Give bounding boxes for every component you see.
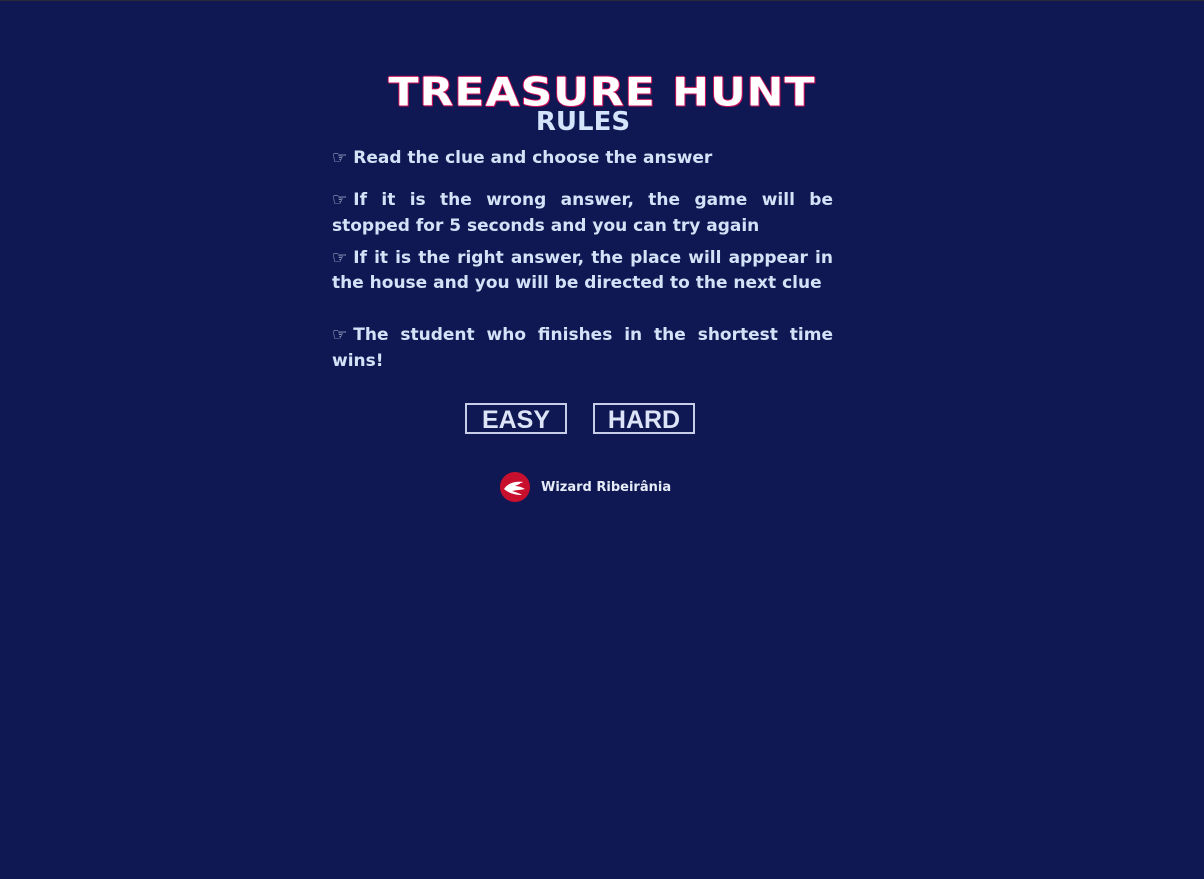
difficulty-buttons: EASY HARD [465,403,705,438]
pointing-hand-icon: ☞ [332,190,348,210]
pointing-hand-icon: ☞ [332,148,348,168]
rule-text: If it is the wrong answer, the game will… [332,190,833,236]
rule-item: ☞ The student who finishes in the shortes… [332,322,833,374]
rule-text: The student who finishes in the shortest… [332,325,833,371]
brand-name: Wizard Ribeirânia [541,480,672,495]
pointing-hand-icon: ☞ [332,325,348,345]
eagle-logo-icon [500,472,530,502]
rules-heading: RULES [535,107,631,137]
easy-button[interactable]: EASY [465,403,567,434]
rule-item: ☞ Read the clue and choose the answer [332,145,833,171]
footer-brand: Wizard Ribeirânia [500,471,720,503]
pointing-hand-icon: ☞ [332,248,348,268]
rule-item: ☞ If it is the right answer, the place wi… [332,246,833,296]
hard-button[interactable]: HARD [593,403,695,434]
rule-item: ☞ If it is the wrong answer, the game wil… [332,187,833,239]
rule-text: If it is the right answer, the place wil… [332,248,833,293]
rule-text: Read the clue and choose the answer [353,148,713,168]
